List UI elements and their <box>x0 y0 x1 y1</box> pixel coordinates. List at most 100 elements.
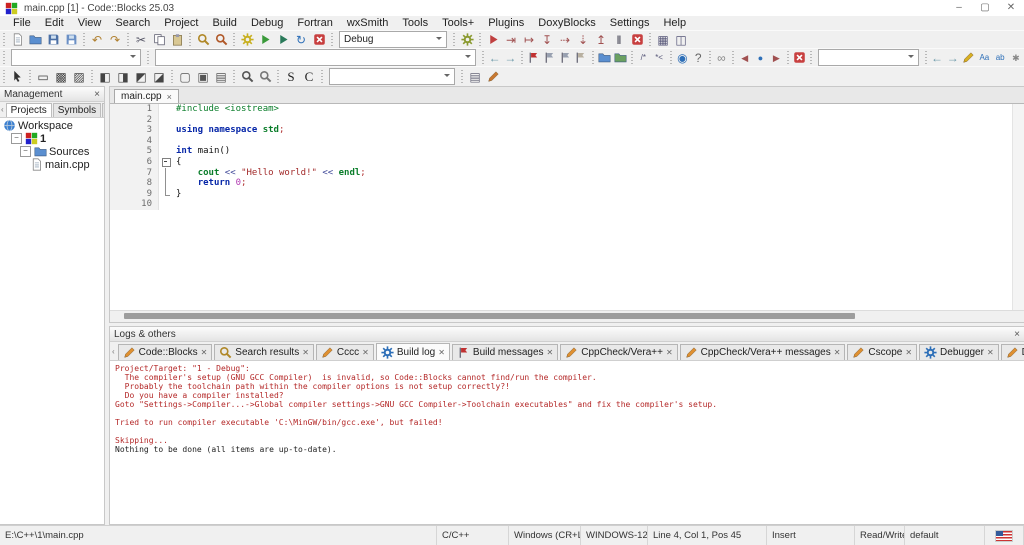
next-line-button[interactable]: ↦ <box>520 32 538 48</box>
log-tab-search-results[interactable]: Search results ✕ <box>214 344 314 360</box>
break-debugger-button[interactable]: ‖ <box>610 32 628 48</box>
insert-notebook-button[interactable]: ▨ <box>70 69 88 85</box>
layout-fill-button[interactable]: ◪ <box>150 69 168 85</box>
layout-left-button[interactable]: ◧ <box>96 69 114 85</box>
tree-expander-icon[interactable]: − <box>11 133 22 144</box>
select-target-options-button[interactable] <box>458 32 476 48</box>
build-log-output[interactable]: Project/Target: "1 - Debug": The compile… <box>110 361 1024 524</box>
step-into-button[interactable]: ↧ <box>538 32 556 48</box>
log-tab-debugger[interactable]: Debugger ✕ <box>919 344 999 360</box>
scrollbar-thumb[interactable] <box>124 313 856 319</box>
zoom-in-button[interactable] <box>238 69 256 85</box>
menu-fortran[interactable]: Fortran <box>290 17 339 29</box>
selection-tool-button[interactable] <box>8 69 26 85</box>
log-tab-close-icon[interactable]: ✕ <box>987 348 994 357</box>
various-info-button[interactable]: ◫ <box>672 32 690 48</box>
menu-tools-plus[interactable]: Tools+ <box>435 17 481 29</box>
border-top-button[interactable]: ▣ <box>194 69 212 85</box>
menu-search[interactable]: Search <box>108 17 157 29</box>
tree-item-main-cpp[interactable]: main.cpp <box>0 158 104 171</box>
log-tab-build-messages[interactable]: Build messages ✕ <box>451 344 559 360</box>
log-tab-close-icon[interactable]: ✕ <box>302 348 309 357</box>
menu-plugins[interactable]: Plugins <box>481 17 531 29</box>
debug-continue-button[interactable] <box>484 32 502 48</box>
match-whole-word-button[interactable]: ab <box>992 50 1008 66</box>
management-close-icon[interactable]: × <box>94 89 100 100</box>
zoom-out-button[interactable] <box>256 69 274 85</box>
scope-combo[interactable] <box>10 49 141 66</box>
layout-center-button[interactable]: ◨ <box>114 69 132 85</box>
paste-button[interactable] <box>168 32 186 48</box>
menu-help[interactable]: Help <box>656 17 693 29</box>
selected-text-only-button[interactable]: ✱ <box>1008 50 1024 66</box>
log-tab-cscope[interactable]: Cscope ✕ <box>847 344 918 360</box>
undo-button[interactable]: ↶ <box>88 32 106 48</box>
incsearch-highlight-button[interactable]: ● <box>753 50 769 66</box>
editor-horizontal-scrollbar[interactable] <box>110 310 1024 322</box>
browse-back-button[interactable]: ← <box>487 50 503 66</box>
menu-doxyblocks[interactable]: DoxyBlocks <box>531 17 602 29</box>
step-out-button[interactable]: ↥ <box>592 32 610 48</box>
new-file-button[interactable] <box>8 32 26 48</box>
stop-debugger-button[interactable] <box>628 32 646 48</box>
log-tab-close-icon[interactable]: ✕ <box>547 348 554 357</box>
log-tab-close-icon[interactable]: ✕ <box>666 348 673 357</box>
close-button[interactable]: ✕ <box>998 0 1024 16</box>
logs-tab-scroll-left-icon[interactable]: ‹ <box>111 347 116 356</box>
insert-splitter-button[interactable]: ▩ <box>52 69 70 85</box>
redo-button[interactable]: ↷ <box>106 32 124 48</box>
log-tab-close-icon[interactable]: ✕ <box>438 348 445 357</box>
menu-view[interactable]: View <box>71 17 109 29</box>
incsearch-prev-button[interactable]: ◀ <box>737 50 753 66</box>
log-tab-build-log[interactable]: Build log ✕ <box>375 343 450 360</box>
build-and-run-button[interactable] <box>274 32 292 48</box>
log-tab-doxyblocks[interactable]: DoxyBlocks✕ <box>1000 344 1024 360</box>
toggle-bookmark-button[interactable] <box>526 50 542 66</box>
menu-build[interactable]: Build <box>205 17 243 29</box>
open-files-list-button[interactable] <box>596 50 612 66</box>
abort-build-button[interactable] <box>310 32 328 48</box>
debugging-windows-button[interactable]: ▦ <box>654 32 672 48</box>
web-search-go-button[interactable]: ▤ <box>466 69 484 85</box>
log-tab-close-icon[interactable]: ✕ <box>201 348 208 357</box>
chain-link-button[interactable]: ∞ <box>714 50 730 66</box>
incremental-search-combo[interactable] <box>817 49 919 66</box>
management-tab-f[interactable]: F <box>102 103 104 117</box>
management-tab-projects[interactable]: Projects <box>5 103 52 117</box>
log-tab-code-blocks[interactable]: Code::Blocks ✕ <box>117 344 213 360</box>
save-file-button[interactable] <box>44 32 62 48</box>
log-tab-cppcheck-vera-messages[interactable]: CppCheck/Vera++ messages ✕ <box>679 344 846 360</box>
fold-margin[interactable] <box>159 156 172 168</box>
doxygen-help-button[interactable]: ? <box>690 50 706 66</box>
run-button[interactable] <box>256 32 274 48</box>
code-editor[interactable]: 1 #include <iostream> 2 3 using namespace st… <box>110 104 1024 310</box>
find-and-replace-button[interactable] <box>212 32 230 48</box>
next-instruction-button[interactable]: ⇢ <box>556 32 574 48</box>
tree-item-workspace[interactable]: Workspace <box>0 119 104 132</box>
log-tab-close-icon[interactable]: ✕ <box>362 348 369 357</box>
open-file-button[interactable] <box>26 32 44 48</box>
menu-file[interactable]: File <box>6 17 38 29</box>
focus-opened-file-button[interactable] <box>612 50 628 66</box>
tab-scroll-left-icon[interactable]: ‹ <box>0 105 5 114</box>
log-tab-close-icon[interactable]: ✕ <box>834 348 841 357</box>
spell-check-s-button[interactable]: S <box>282 69 300 85</box>
incsearch-next-button[interactable]: ▶ <box>768 50 784 66</box>
editor-vertical-scrollbar[interactable] <box>1012 104 1024 310</box>
management-tab-symbols[interactable]: Symbols <box>52 103 102 117</box>
incsearch-forward-button[interactable]: → <box>945 50 961 66</box>
menu-project[interactable]: Project <box>157 17 205 29</box>
symbol-combo[interactable] <box>154 49 477 66</box>
incsearch-back-button[interactable]: ← <box>929 50 945 66</box>
clear-all-bookmarks-button[interactable] <box>573 50 589 66</box>
menu-tools[interactable]: Tools <box>395 17 435 29</box>
build-button[interactable] <box>238 32 256 48</box>
step-into-instruction-button[interactable]: ⇣ <box>574 32 592 48</box>
previous-bookmark-button[interactable] <box>542 50 558 66</box>
menu-wxsmith[interactable]: wxSmith <box>340 17 396 29</box>
tree-item-sources[interactable]: − Sources <box>0 145 104 158</box>
rebuild-button[interactable]: ↻ <box>292 32 310 48</box>
menu-edit[interactable]: Edit <box>38 17 71 29</box>
layout-right-button[interactable]: ◩ <box>132 69 150 85</box>
web-search-options-button[interactable] <box>484 69 502 85</box>
